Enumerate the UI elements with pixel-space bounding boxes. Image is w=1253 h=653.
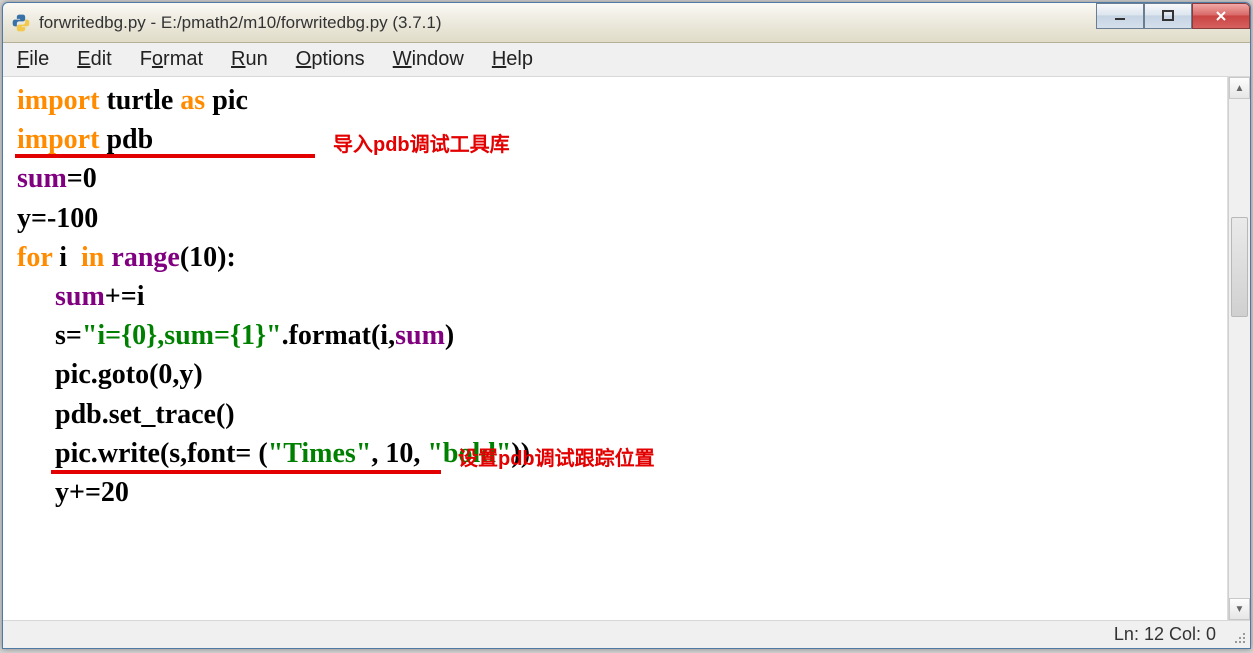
annotation-label: 导入pdb调试工具库 <box>333 131 510 159</box>
menu-window[interactable]: Window <box>393 48 464 71</box>
code-line: pic.goto(0,y) <box>17 355 1219 394</box>
close-button[interactable] <box>1192 3 1250 29</box>
resize-grip[interactable] <box>1231 629 1247 645</box>
window-controls <box>1096 3 1250 29</box>
code-line: for i in range(10): <box>17 238 1219 277</box>
window-title: forwritedbg.py - E:/pmath2/m10/forwrited… <box>39 13 1242 33</box>
code-line: y+=20 <box>17 473 1219 512</box>
annotation-label: 设置pdb调试跟踪位置 <box>458 445 655 473</box>
cursor-position: Ln: 12 Col: 0 <box>1114 624 1216 645</box>
code-line: sum+=i <box>17 277 1219 316</box>
minimize-button[interactable] <box>1096 3 1144 29</box>
annotation-underline <box>51 470 441 474</box>
menu-options[interactable]: Options <box>296 48 365 71</box>
scroll-up-arrow-icon[interactable]: ▲ <box>1229 77 1250 99</box>
menu-file[interactable]: File <box>17 48 49 71</box>
titlebar: forwritedbg.py - E:/pmath2/m10/forwrited… <box>3 3 1250 43</box>
code-line: import turtle as pic <box>17 81 1219 120</box>
vertical-scrollbar[interactable]: ▲ ▼ <box>1228 77 1250 620</box>
scroll-down-arrow-icon[interactable]: ▼ <box>1229 598 1250 620</box>
content-area: import turtle as pic import pdb sum=0 y=… <box>3 77 1250 620</box>
menubar: File Edit Format Run Options Window Help <box>3 43 1250 77</box>
idle-window: forwritedbg.py - E:/pmath2/m10/forwrited… <box>2 2 1251 649</box>
code-editor[interactable]: import turtle as pic import pdb sum=0 y=… <box>3 77 1228 620</box>
maximize-button[interactable] <box>1144 3 1192 29</box>
code-line: sum=0 <box>17 159 1219 198</box>
scroll-thumb[interactable] <box>1231 217 1248 317</box>
app-icon <box>11 13 31 33</box>
code-line: s="i={0},sum={1}".format(i,sum) <box>17 316 1219 355</box>
menu-edit[interactable]: Edit <box>77 48 111 71</box>
menu-format[interactable]: Format <box>140 48 203 71</box>
menu-help[interactable]: Help <box>492 48 533 71</box>
code-line: pdb.set_trace() <box>17 395 1219 434</box>
menu-run[interactable]: Run <box>231 48 268 71</box>
code-line: y=-100 <box>17 199 1219 238</box>
statusbar: Ln: 12 Col: 0 <box>3 620 1250 648</box>
annotation-underline <box>15 154 315 158</box>
